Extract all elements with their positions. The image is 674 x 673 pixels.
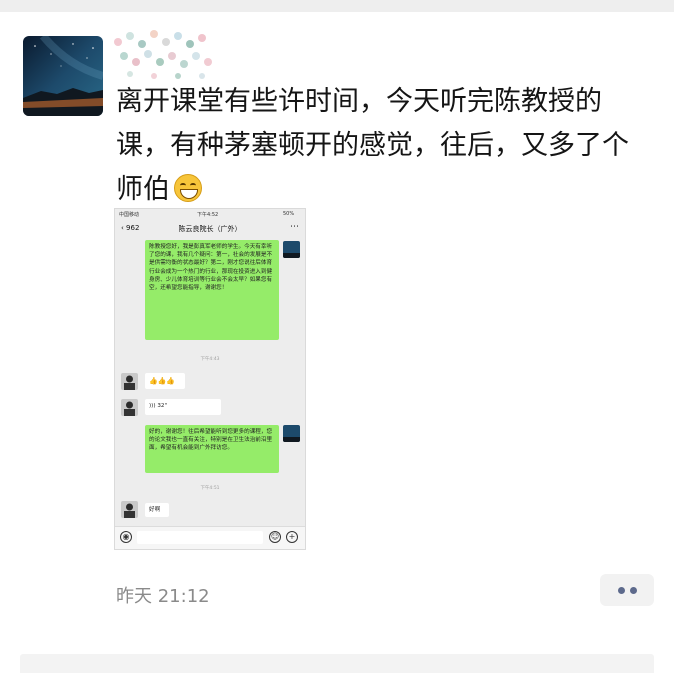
- top-divider: [0, 0, 674, 12]
- dot-icon: [630, 587, 637, 594]
- nickname-dots-pattern: [114, 30, 212, 79]
- self-avatar: [283, 425, 300, 442]
- message-bubble-right: 好的，谢谢您！往后希望能听到您更多的课程，您的论文我也一直有关注，特别是在卫生法…: [145, 425, 279, 473]
- chat-title: 陈云良院长（广外）: [178, 225, 242, 233]
- emoji-icon: ☺: [269, 531, 281, 543]
- user-avatar[interactable]: [23, 36, 103, 116]
- person-photo-icon: [121, 399, 138, 416]
- battery-label: 50%: [283, 211, 295, 217]
- more-icon: ⋯: [290, 222, 299, 232]
- chat-screenshot-image[interactable]: 中国移动 下午4:52 50% ‹ 962 陈云良院长（广外） ⋯ 陈教授您好，…: [114, 208, 306, 550]
- message-bubble-left: 好啊: [145, 503, 169, 517]
- chat-input-field: [137, 531, 263, 544]
- more-actions-button[interactable]: [600, 574, 654, 606]
- contact-avatar: [121, 501, 138, 518]
- contact-avatar: [121, 373, 138, 390]
- self-avatar: [283, 241, 300, 258]
- phone-status-bar: 中国移动 下午4:52 50%: [115, 209, 305, 219]
- voice-message-bubble: ))) 32": [145, 399, 221, 415]
- status-time: 下午4:52: [197, 212, 219, 218]
- chat-header: ‹ 962 陈云良院长（广外） ⋯: [115, 221, 305, 237]
- starry-sky-avatar-icon: [283, 241, 300, 258]
- voice-input-icon: ◉: [120, 531, 132, 543]
- chat-time-label: 下午4:51: [200, 486, 220, 491]
- post-text: 离开课堂有些许时间，今天听完陈教授的课，有种茅塞顿开的感觉，往后，又多了个师伯: [116, 80, 636, 212]
- person-photo-icon: [121, 373, 138, 390]
- starry-sky-avatar-icon: [283, 425, 300, 442]
- comments-area: [20, 654, 654, 673]
- grinning-face-icon: [174, 174, 202, 202]
- message-bubble-right: 陈教授您好，我是彭真军老师的学生。今天有幸听了您的课，我有几个疑问：第一，社会的…: [145, 240, 279, 340]
- post-timestamp: 昨天 21:12: [116, 586, 210, 607]
- starry-sky-avatar-image: [23, 36, 103, 116]
- person-photo-icon: [121, 501, 138, 518]
- message-bubble-left: 👍👍👍: [145, 373, 185, 389]
- contact-avatar: [121, 399, 138, 416]
- chat-input-bar: ◉ ☺ +: [115, 526, 305, 549]
- plus-icon: +: [286, 531, 298, 543]
- carrier-label: 中国移动: [119, 212, 140, 218]
- dot-icon: [618, 587, 625, 594]
- chat-time-label: 下午4:43: [200, 357, 220, 362]
- voice-duration: 32": [157, 403, 168, 409]
